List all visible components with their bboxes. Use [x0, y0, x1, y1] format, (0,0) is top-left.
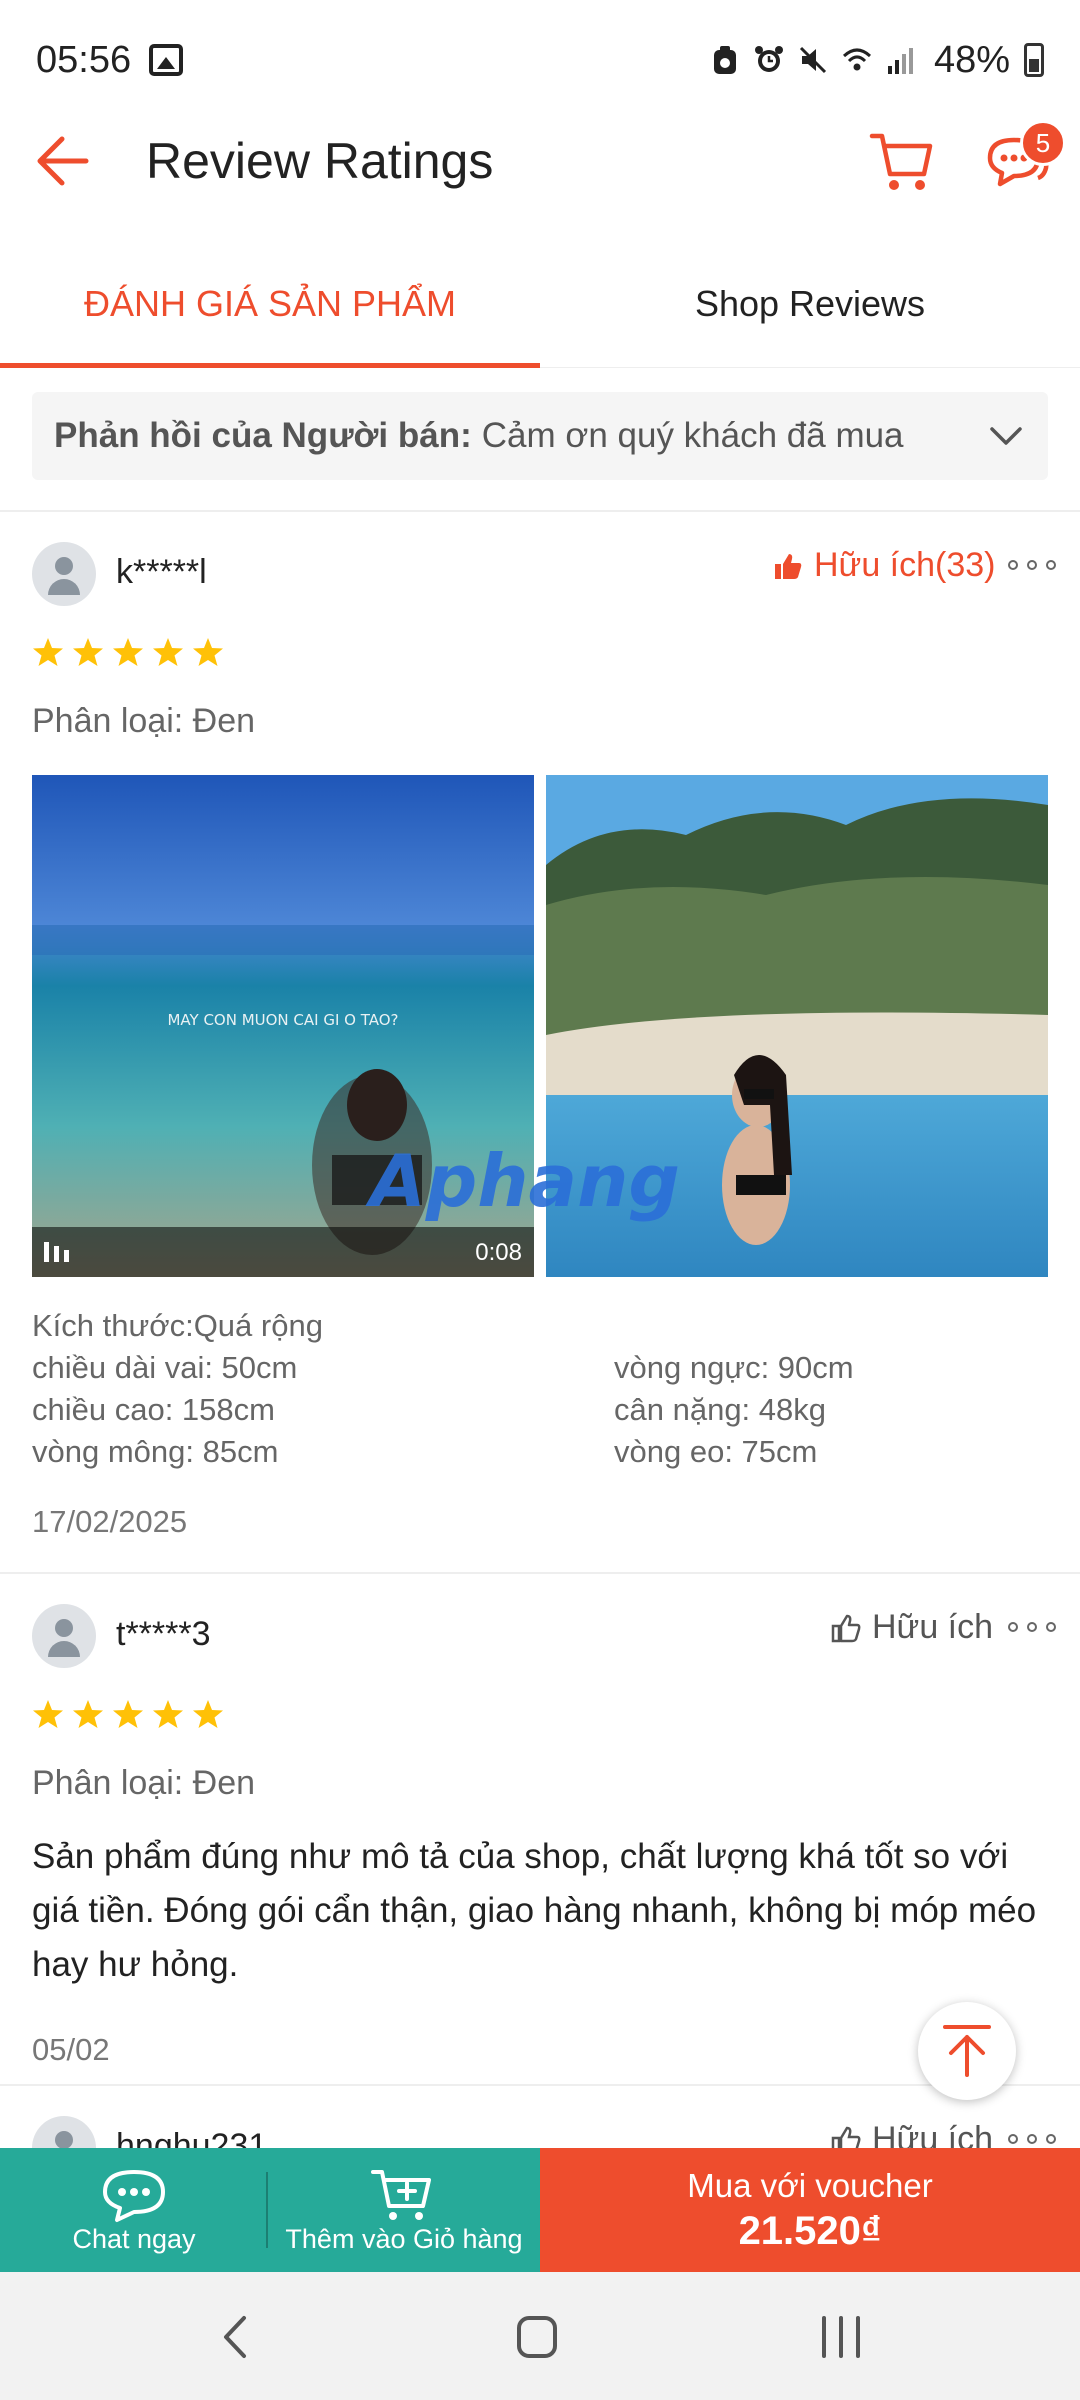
review-height: chiều cao: 158cm: [32, 1392, 275, 1427]
nav-recents-icon[interactable]: [818, 2312, 864, 2362]
review-username[interactable]: t*****3: [116, 1615, 211, 1654]
star-icon: [33, 638, 63, 666]
review-weight: cân nặng: 48kg: [614, 1392, 827, 1427]
chat-now-label: Chat ngay: [72, 2223, 196, 2254]
status-icons: 48%: [710, 39, 1044, 82]
chat-now-button[interactable]: Chat ngay: [0, 2148, 268, 2272]
divider: [0, 510, 1080, 512]
scroll-to-top-button[interactable]: [918, 2002, 1016, 2100]
review-size-fit: Kích thước:Quá rộng: [32, 1308, 323, 1343]
gallery-icon: [149, 44, 184, 76]
helpful-button[interactable]: Hữu ích: [830, 2120, 993, 2148]
avatar[interactable]: [32, 2116, 96, 2148]
helpful-label: Hữu ích(33): [814, 546, 996, 584]
battery-icon: [1024, 43, 1044, 77]
back-arrow-icon[interactable]: [30, 130, 100, 192]
review-item: hnghu231 Hữu ích: [0, 2084, 1080, 2148]
review-date: 05/02: [32, 2032, 110, 2067]
review-date: 17/02/2025: [32, 1504, 188, 1539]
star-icon: [193, 1700, 223, 1728]
tab-shop-reviews[interactable]: Shop Reviews: [540, 240, 1080, 368]
status-time: 05:56: [36, 38, 132, 81]
helpful-button[interactable]: Hữu ích: [830, 1608, 993, 1647]
add-to-cart-icon: [371, 2169, 431, 2220]
more-options-button[interactable]: [1008, 555, 1056, 575]
page-title: Review Ratings: [146, 133, 494, 189]
review-waist: vòng eo: 75cm: [614, 1434, 818, 1469]
video-caption: MAY CON MUON CAI GI O TAO?: [167, 1011, 398, 1029]
svg-text:Aphang: Aphang: [365, 1140, 680, 1223]
review-variant: Phân loại: Đen: [32, 702, 256, 740]
watermark-logo: Aphang: [365, 1140, 680, 1223]
app-header: Review Ratings 5: [0, 120, 1080, 202]
avatar[interactable]: [32, 542, 96, 606]
divider: [0, 1572, 1080, 1574]
mute-icon: [799, 46, 826, 74]
buy-with-voucher-label: Mua với voucher: [687, 2166, 933, 2204]
review-username[interactable]: k*****l: [116, 553, 207, 592]
add-to-cart-button[interactable]: Thêm vào Giỏ hàng: [268, 2148, 540, 2272]
star-icon: [113, 638, 143, 666]
buy-with-voucher-button[interactable]: Mua với voucher 21.520₫: [540, 2148, 1080, 2272]
tab-product-reviews[interactable]: ĐÁNH GIÁ SẢN PHẨM: [0, 240, 540, 368]
seller-reply-label: Phản hồi của Người bán:: [54, 416, 472, 455]
star-icon: [113, 1700, 143, 1728]
seller-reply-banner[interactable]: Phản hồi của Người bán: Cảm ơn quý khách…: [32, 392, 1048, 480]
wifi-calling-icon: [713, 46, 736, 74]
star-icon: [73, 638, 103, 666]
star-icon: [73, 1700, 103, 1728]
video-duration: 0:08: [475, 1239, 522, 1266]
review-username[interactable]: hnghu231: [116, 2127, 267, 2148]
arrow-up-icon: [943, 2025, 991, 2077]
bottom-action-bar: Chat ngay Thêm vào Giỏ hàng Mua với vouc…: [0, 2148, 1080, 2272]
wifi-icon: [842, 48, 871, 71]
review-chest: vòng ngực: 90cm: [614, 1350, 854, 1385]
star-icon: [153, 638, 183, 666]
chat-bubble-icon: [103, 2169, 165, 2222]
status-bar: 05:56 48%: [0, 0, 1080, 120]
star-icon: [33, 1700, 63, 1728]
helpful-label: Hữu ích: [872, 2120, 994, 2148]
review-hip: vòng mông: 85cm: [32, 1434, 279, 1469]
review-tabs: ĐÁNH GIÁ SẢN PHẨM Shop Reviews: [0, 240, 1080, 368]
review-text: Sản phẩm đúng như mô tả của shop, chất l…: [32, 1837, 1037, 1984]
helpful-button[interactable]: Hữu ích(33): [772, 546, 996, 585]
thumbs-up-icon: [775, 553, 802, 579]
add-to-cart-label: Thêm vào Giỏ hàng: [285, 2223, 523, 2254]
system-nav-bar: [0, 2272, 1080, 2400]
more-options-button[interactable]: [1008, 2129, 1056, 2148]
avatar[interactable]: [32, 1604, 96, 1668]
nav-home-icon[interactable]: [514, 2312, 560, 2362]
seller-reply-text: Cảm ơn quý khách đã mua: [481, 416, 904, 455]
signal-icon: [887, 48, 913, 74]
helpful-label: Hữu ích: [872, 1608, 994, 1646]
star-rating: [32, 1698, 224, 1730]
alarm-icon: [754, 46, 783, 72]
chat-badge: 5: [1020, 120, 1066, 166]
cart-icon[interactable]: [866, 128, 938, 194]
nav-back-icon[interactable]: [216, 2312, 256, 2362]
star-icon: [153, 1700, 183, 1728]
chevron-down-icon[interactable]: [986, 416, 1026, 456]
review-variant: Phân loại: Đen: [32, 1764, 256, 1802]
more-options-button[interactable]: [1008, 1617, 1056, 1637]
review-shoulder: chiều dài vai: 50cm: [32, 1350, 298, 1385]
thumbs-up-icon: [831, 2126, 861, 2148]
star-icon: [193, 638, 223, 666]
buy-price: 21.520₫: [738, 2208, 882, 2253]
star-rating: [32, 636, 224, 668]
battery-percent: 48%: [933, 38, 1010, 81]
thumbs-up-icon: [831, 1614, 861, 1642]
